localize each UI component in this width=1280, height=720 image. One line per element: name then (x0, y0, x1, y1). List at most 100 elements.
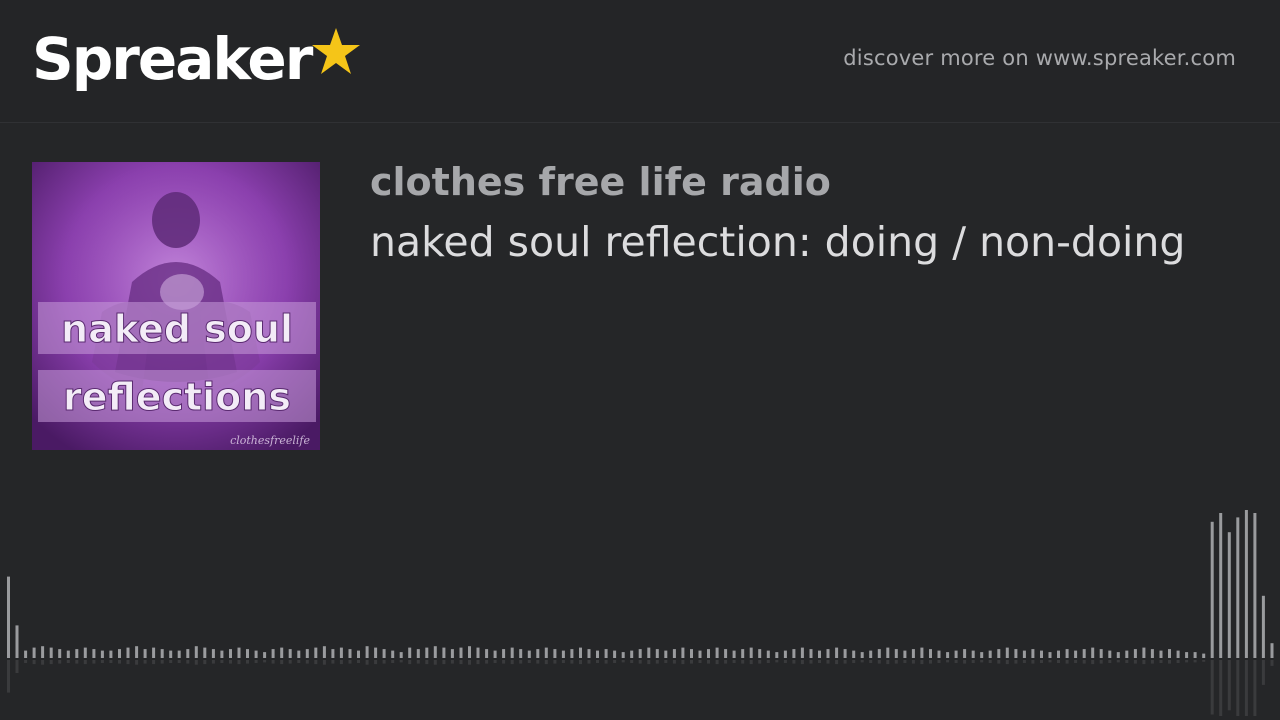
waveform-bar-reflection (698, 660, 702, 663)
waveform-bar (749, 647, 753, 658)
waveform-bar-reflection (1133, 660, 1137, 664)
waveform-bar-reflection (963, 660, 967, 664)
waveform-bar (7, 576, 10, 658)
waveform-bar (544, 647, 548, 658)
waveform-bar (1185, 652, 1189, 658)
waveform-bar (826, 649, 830, 658)
waveform-bar-reflection (314, 660, 318, 665)
waveform-bar-reflection (758, 660, 762, 664)
waveform-bar-reflection (1074, 660, 1078, 663)
waveform-bar-reflection (220, 660, 224, 663)
waveform-bar (476, 647, 480, 658)
waveform-bar-reflection (672, 660, 676, 664)
waveform-bar-reflection (826, 660, 830, 664)
waveform-bar (638, 649, 642, 658)
waveform-bar (66, 650, 70, 658)
waveform-bar (809, 649, 813, 658)
waveform-bar (818, 650, 821, 658)
waveform-bar-reflection (66, 660, 70, 663)
waveform-bar (502, 649, 506, 658)
waveform-bar (1040, 650, 1043, 658)
waveform-bar (374, 647, 378, 658)
waveform-bar (1031, 649, 1035, 658)
waveform-bar (570, 649, 574, 658)
waveform-bar (1210, 521, 1214, 658)
waveform-bar-reflection (1005, 660, 1009, 665)
waveform-bar (433, 646, 437, 658)
waveform-bar-reflection (835, 660, 839, 665)
waveform-bar-reflection (1168, 660, 1171, 664)
waveform-bar-reflection (1261, 660, 1265, 685)
waveform-bar-reflection (613, 660, 617, 663)
waveform-bar (561, 650, 565, 658)
waveform-bar (1014, 649, 1018, 658)
waveform-bar (929, 649, 932, 658)
waveform-bar (100, 650, 104, 658)
waveform-bar (442, 647, 446, 658)
waveform-bar-reflection (322, 660, 326, 665)
waveform-bar-reflection (169, 660, 173, 663)
waveform-bar-reflection (485, 660, 489, 664)
waveform-bar (1253, 513, 1257, 658)
waveform-bar (32, 647, 36, 658)
waveform-bar (1099, 649, 1103, 658)
waveform-bar-reflection (58, 660, 62, 664)
waveform-bar (596, 650, 599, 658)
waveform-bar (869, 650, 873, 658)
waveform-bar (1082, 649, 1086, 658)
waveform-bar-reflection (1142, 660, 1146, 665)
waveform-bar-reflection (997, 660, 1001, 664)
waveform-bar (758, 649, 762, 658)
waveform-bar-reflection (15, 660, 19, 673)
waveform-bar (135, 646, 139, 658)
waveform-bar (288, 649, 292, 658)
waveform-bar-reflection (920, 660, 924, 665)
waveform-bar (672, 649, 676, 658)
show-title[interactable]: clothes free life radio (370, 160, 831, 204)
waveform-bar-reflection (1193, 660, 1197, 663)
waveform-bar-reflection (280, 660, 284, 665)
waveform-bar (493, 650, 497, 658)
waveform-bar-reflection (135, 660, 139, 665)
waveform-bar (75, 649, 79, 658)
waveform-bar-reflection (75, 660, 79, 664)
waveform-bar-reflection (647, 660, 651, 665)
waveform-bar-reflection (476, 660, 480, 665)
spreaker-logo[interactable]: Spreaker (32, 24, 361, 98)
waveform-bar (647, 647, 651, 658)
waveform-bar (527, 650, 531, 658)
waveform-bar-reflection (809, 660, 813, 664)
waveform-bar (860, 652, 864, 658)
waveform-bar (1261, 595, 1265, 658)
waveform-bar-reflection (621, 660, 625, 663)
waveform-bar-reflection (152, 660, 156, 665)
waveform-bar (963, 649, 967, 658)
waveform-bar (109, 650, 113, 658)
waveform-bar (1168, 649, 1171, 658)
waveform-bar (579, 647, 582, 658)
waveform-bar (331, 649, 335, 658)
waveform-bar-reflection (382, 660, 386, 664)
waveform-bar (314, 647, 318, 658)
waveform-bar-reflection (83, 660, 87, 665)
waveform-bar (715, 647, 719, 658)
waveform-bar (280, 647, 284, 658)
waveform-bar (621, 652, 625, 658)
waveform-bar (783, 650, 787, 658)
waveform-bar (1022, 650, 1026, 658)
waveform-bar-reflection (126, 660, 130, 665)
waveform-bar-reflection (1048, 660, 1052, 663)
waveform-bar-reflection (374, 660, 378, 665)
audio-waveform (7, 510, 1274, 716)
waveform-bar (416, 649, 420, 658)
waveform-bar-reflection (246, 660, 249, 664)
waveform-bar (988, 650, 992, 658)
discover-link[interactable]: discover more on www.spreaker.com (843, 46, 1236, 70)
waveform-bar-reflection (527, 660, 531, 663)
waveform-bar (365, 646, 369, 658)
waveform-bar (1048, 652, 1052, 658)
waveform-bar (792, 649, 796, 658)
waveform-bar-reflection (980, 660, 984, 663)
waveform-bar-reflection (860, 660, 864, 663)
waveform-bar (911, 649, 915, 658)
